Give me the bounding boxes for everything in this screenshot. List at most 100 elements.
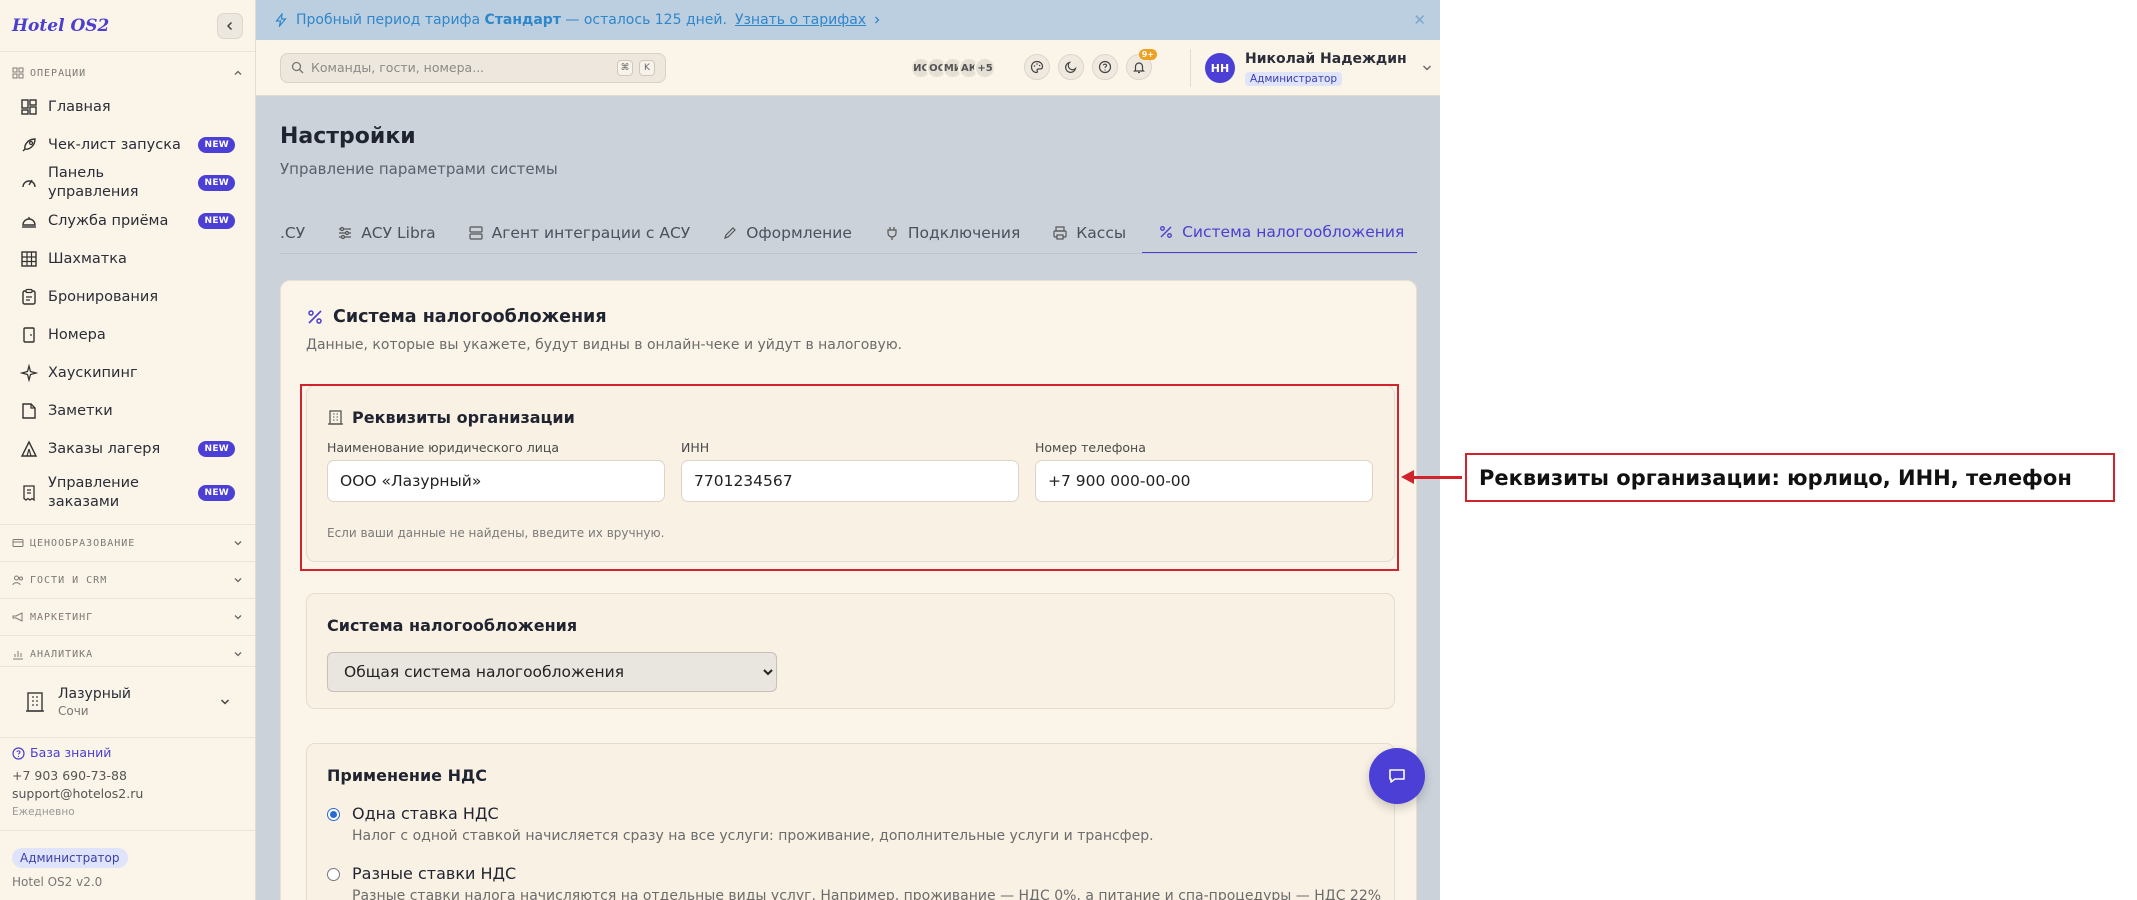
tab-asu-agent[interactable]: Агент интеграции с АСУ: [452, 212, 707, 253]
user-name: Николай Надеждин: [1245, 50, 1407, 67]
dashboard-icon: [21, 99, 37, 115]
tab-cash-registers[interactable]: Кассы: [1036, 212, 1142, 253]
vat-option-label: Одна ставка НДС: [352, 804, 499, 823]
search-placeholder: Команды, гости, номера...: [311, 60, 485, 75]
section-label: ГОСТИ И CRM: [30, 574, 108, 586]
chevron-down-icon: [220, 699, 230, 705]
online-users[interactable]: ИС ОС МИ АК +5: [910, 57, 996, 79]
banner-suffix: — осталось 125 дней.: [565, 12, 727, 28]
sidebar-item-rooms[interactable]: Номера: [0, 316, 255, 354]
section-guests-crm[interactable]: ГОСТИ И CRM: [0, 561, 255, 598]
moon-icon: [1065, 61, 1077, 73]
search-input[interactable]: Команды, гости, номера... ⌘ K: [280, 52, 666, 83]
sidebar-item-order-management[interactable]: Управление заказами NEW: [0, 468, 255, 518]
sidebar: Hotel OS2 ОПЕРАЦИИ Главная Чек-лист запу…: [0, 0, 256, 900]
app-logo[interactable]: Hotel OS2: [12, 16, 109, 36]
tax-system-panel: Система налогообложения Общая система на…: [306, 593, 1395, 709]
tax-system-select[interactable]: Общая система налогообложения: [327, 652, 777, 692]
new-badge: NEW: [198, 137, 235, 153]
vat-option-desc: Налог с одной ставкой начисляется сразу …: [352, 828, 1154, 844]
hotel-name: Лазурный: [58, 686, 132, 702]
sidebar-item-label: Бронирования: [48, 288, 159, 305]
chart-icon: [13, 651, 23, 660]
support-email[interactable]: support@hotelos2.ru: [12, 785, 143, 803]
tab-label: Подключения: [907, 224, 1021, 242]
chevron-down-icon: [234, 541, 242, 546]
tab-appearance[interactable]: Оформление: [706, 212, 868, 253]
tab-asu[interactable]: .СУ: [280, 212, 321, 253]
section-analytics[interactable]: АНАЛИТИКА: [0, 635, 255, 664]
tab-label: .СУ: [280, 224, 306, 242]
support-phone[interactable]: +7 903 690-73-88: [12, 767, 143, 785]
receipt-icon: [23, 485, 35, 502]
tab-label: Оформление: [746, 224, 852, 242]
vat-panel: Применение НДС Одна ставка НДС Налог с о…: [306, 743, 1395, 900]
knowledge-base-link[interactable]: База знаний: [12, 744, 143, 762]
chevron-left-icon: [226, 21, 233, 30]
section-label: МАРКЕТИНГ: [30, 611, 94, 623]
section-pricing[interactable]: ЦЕНООБРАЗОВАНИЕ: [0, 524, 255, 561]
sidebar-footer: Администратор Hotel OS2 v2.0: [0, 830, 255, 889]
vat-option-single[interactable]: Одна ставка НДС Налог с одной ставкой на…: [327, 804, 1154, 844]
hotel-city: Сочи: [58, 704, 89, 718]
section-label: АНАЛИТИКА: [30, 648, 94, 660]
help-circle-icon: [12, 746, 25, 760]
avatar-more: +5: [974, 57, 996, 79]
sidebar-collapse-button[interactable]: [217, 12, 243, 39]
search-icon: [291, 61, 304, 74]
sidebar-header: Hotel OS2: [0, 0, 255, 52]
sidebar-item-control-panel[interactable]: Панель управления NEW: [0, 164, 255, 202]
tab-label: Кассы: [1076, 224, 1127, 242]
sidebar-item-bookings[interactable]: Бронирования: [0, 278, 255, 316]
new-badge: NEW: [198, 213, 235, 229]
radio-button[interactable]: [327, 868, 340, 881]
theme-palette-button[interactable]: [1024, 54, 1050, 80]
page-subtitle: Управление параметрами системы: [280, 160, 558, 178]
sidebar-item-housekeeping[interactable]: Хаускипинг: [0, 354, 255, 392]
pencil-icon: [724, 227, 737, 239]
sidebar-item-label: Главная: [48, 98, 111, 115]
chat-button[interactable]: [1369, 748, 1425, 804]
sidebar-item-home[interactable]: Главная: [0, 88, 255, 126]
sidebar-item-label: Управление заказами: [48, 475, 139, 510]
radio-button[interactable]: [327, 808, 340, 821]
vat-option-desc: Разные ставки налога начисляются на отде…: [352, 888, 1382, 900]
plug-icon: [887, 227, 897, 240]
clipboard-icon: [22, 288, 36, 305]
vat-option-multiple[interactable]: Разные ставки НДС Разные ставки налога н…: [327, 864, 1381, 900]
notifications-button[interactable]: 9+: [1126, 49, 1157, 80]
section-label: ОПЕРАЦИИ: [30, 67, 87, 79]
banner-close-button[interactable]: ✕: [1413, 11, 1426, 29]
tab-tax-system[interactable]: Система налогообложения: [1142, 212, 1417, 253]
chevron-down-icon: [1422, 65, 1431, 71]
chat-icon: [1389, 769, 1405, 783]
hotel-switcher[interactable]: Лазурный Сочи: [0, 666, 255, 738]
shortcut-key: ⌘: [617, 59, 633, 76]
chevron-down-icon: [234, 578, 242, 583]
help-button[interactable]: [1092, 54, 1118, 80]
support-schedule: Ежедневно: [12, 806, 75, 818]
topbar-actions: 9+: [1024, 49, 1157, 80]
help-circle-icon: [1098, 60, 1112, 74]
sidebar-item-front-desk[interactable]: Служба приёма NEW: [0, 202, 255, 240]
sidebar-item-label: Номера: [48, 326, 106, 343]
chevron-right-icon: [875, 16, 880, 24]
user-menu[interactable]: НН Николай Надеждин Администратор: [1190, 49, 1433, 87]
tab-connections[interactable]: Подключения: [868, 212, 1036, 253]
role-badge: Администратор: [12, 848, 128, 868]
vat-title: Применение НДС: [327, 766, 487, 785]
bell-concierge-icon: [22, 217, 36, 228]
sidebar-item-camp-orders[interactable]: Заказы лагеря NEW: [0, 430, 255, 468]
section-marketing[interactable]: МАРКЕТИНГ: [0, 598, 255, 635]
vat-option-label: Разные ставки НДС: [352, 864, 517, 883]
tab-asu-libra[interactable]: АСУ Libra: [321, 212, 451, 253]
tab-label: Система налогообложения: [1182, 223, 1405, 241]
pricing-link[interactable]: Узнать о тарифах: [735, 12, 866, 28]
annotation-callout: Реквизиты организации: юрлицо, ИНН, теле…: [1465, 453, 2115, 502]
sidebar-item-launch-checklist[interactable]: Чек-лист запуска NEW: [0, 126, 255, 164]
section-operations[interactable]: ОПЕРАЦИИ: [0, 62, 255, 84]
sidebar-item-chessboard[interactable]: Шахматка: [0, 240, 255, 278]
dark-mode-button[interactable]: [1058, 54, 1084, 80]
tab-label: АСУ Libra: [361, 224, 436, 242]
sidebar-item-notes[interactable]: Заметки: [0, 392, 255, 430]
